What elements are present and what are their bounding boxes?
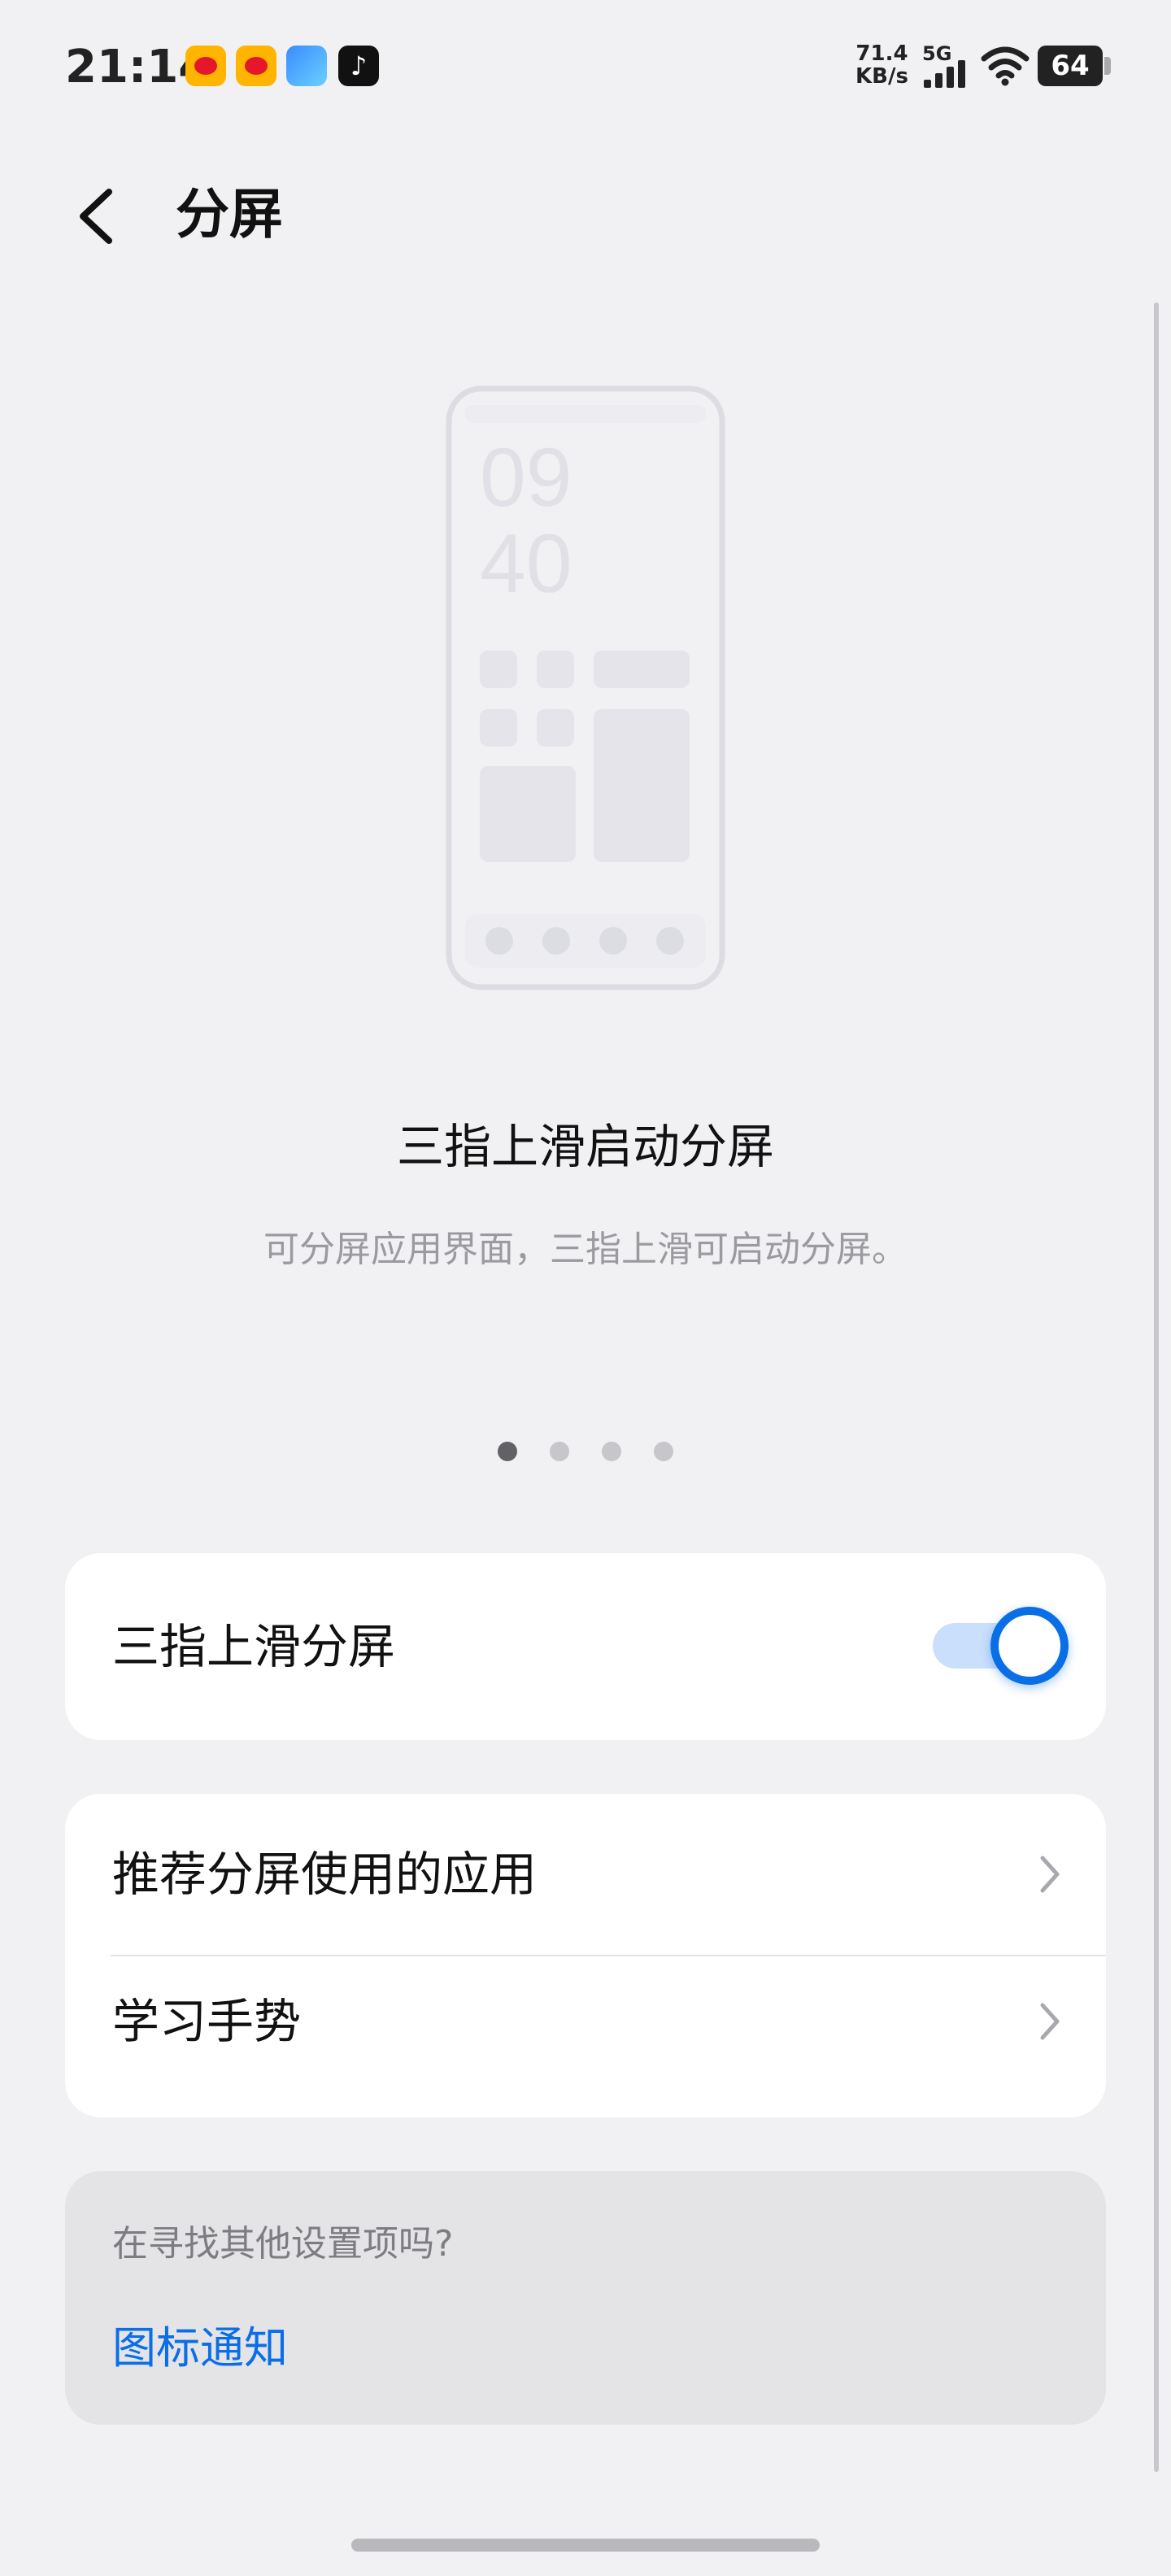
chevron-left-icon bbox=[80, 189, 112, 244]
icon-notification-link[interactable]: 图标通知 bbox=[112, 2317, 288, 2379]
tiktok-icon: ♪ bbox=[338, 46, 379, 86]
chevron-right-icon bbox=[1040, 2003, 1060, 2040]
recommended-apps-row[interactable]: 推荐分屏使用的应用 bbox=[65, 1797, 1106, 1952]
weibo-icon bbox=[236, 46, 276, 86]
feature-description: 可分屏应用界面，三指上滑可启动分屏。 bbox=[263, 1229, 908, 1270]
clock-minute: 40 bbox=[480, 517, 572, 610]
page-indicator-dot[interactable] bbox=[550, 1442, 569, 1461]
toggle-knob[interactable] bbox=[990, 1607, 1069, 1685]
learn-gestures-label: 学习手势 bbox=[112, 1994, 302, 2049]
app-icon bbox=[286, 46, 327, 86]
navigation-card: 推荐分屏使用的应用 学习手势 bbox=[65, 1794, 1106, 2117]
weibo-icon bbox=[185, 46, 226, 86]
home-indicator[interactable] bbox=[351, 2539, 820, 2552]
page-title: 分屏 bbox=[176, 183, 283, 246]
feature-title: 三指上滑启动分屏 bbox=[396, 1119, 774, 1174]
back-button[interactable] bbox=[65, 171, 130, 260]
learn-gestures-row[interactable]: 学习手势 bbox=[65, 1956, 1106, 2111]
suggestion-card: 在寻找其他设置项吗? 图标通知 bbox=[65, 2171, 1106, 2425]
wifi-icon bbox=[981, 46, 1030, 86]
signal-icon bbox=[924, 60, 965, 88]
network-speed-value: 71.4 bbox=[855, 41, 908, 66]
suggestion-prompt: 在寻找其他设置项吗? bbox=[112, 2223, 454, 2265]
scrollbar[interactable] bbox=[1154, 302, 1159, 2472]
chevron-right-icon bbox=[1040, 1856, 1060, 1893]
page-indicator-dot[interactable] bbox=[602, 1442, 621, 1461]
page-indicator-dot[interactable] bbox=[654, 1442, 673, 1461]
phone-illustration: 09 40 bbox=[446, 385, 725, 990]
page-indicator-dot-active[interactable] bbox=[498, 1442, 517, 1461]
network-speed: 71.4 KB/s bbox=[855, 42, 908, 88]
three-finger-split-label: 三指上滑分屏 bbox=[112, 1619, 396, 1674]
toggle-card: 三指上滑分屏 bbox=[65, 1553, 1106, 1740]
network-speed-unit: KB/s bbox=[855, 64, 908, 89]
clock-hour: 09 bbox=[480, 431, 572, 524]
battery-cap bbox=[1104, 57, 1111, 75]
recommended-apps-label: 推荐分屏使用的应用 bbox=[112, 1847, 538, 1902]
battery-indicator: 64 bbox=[1038, 46, 1103, 86]
